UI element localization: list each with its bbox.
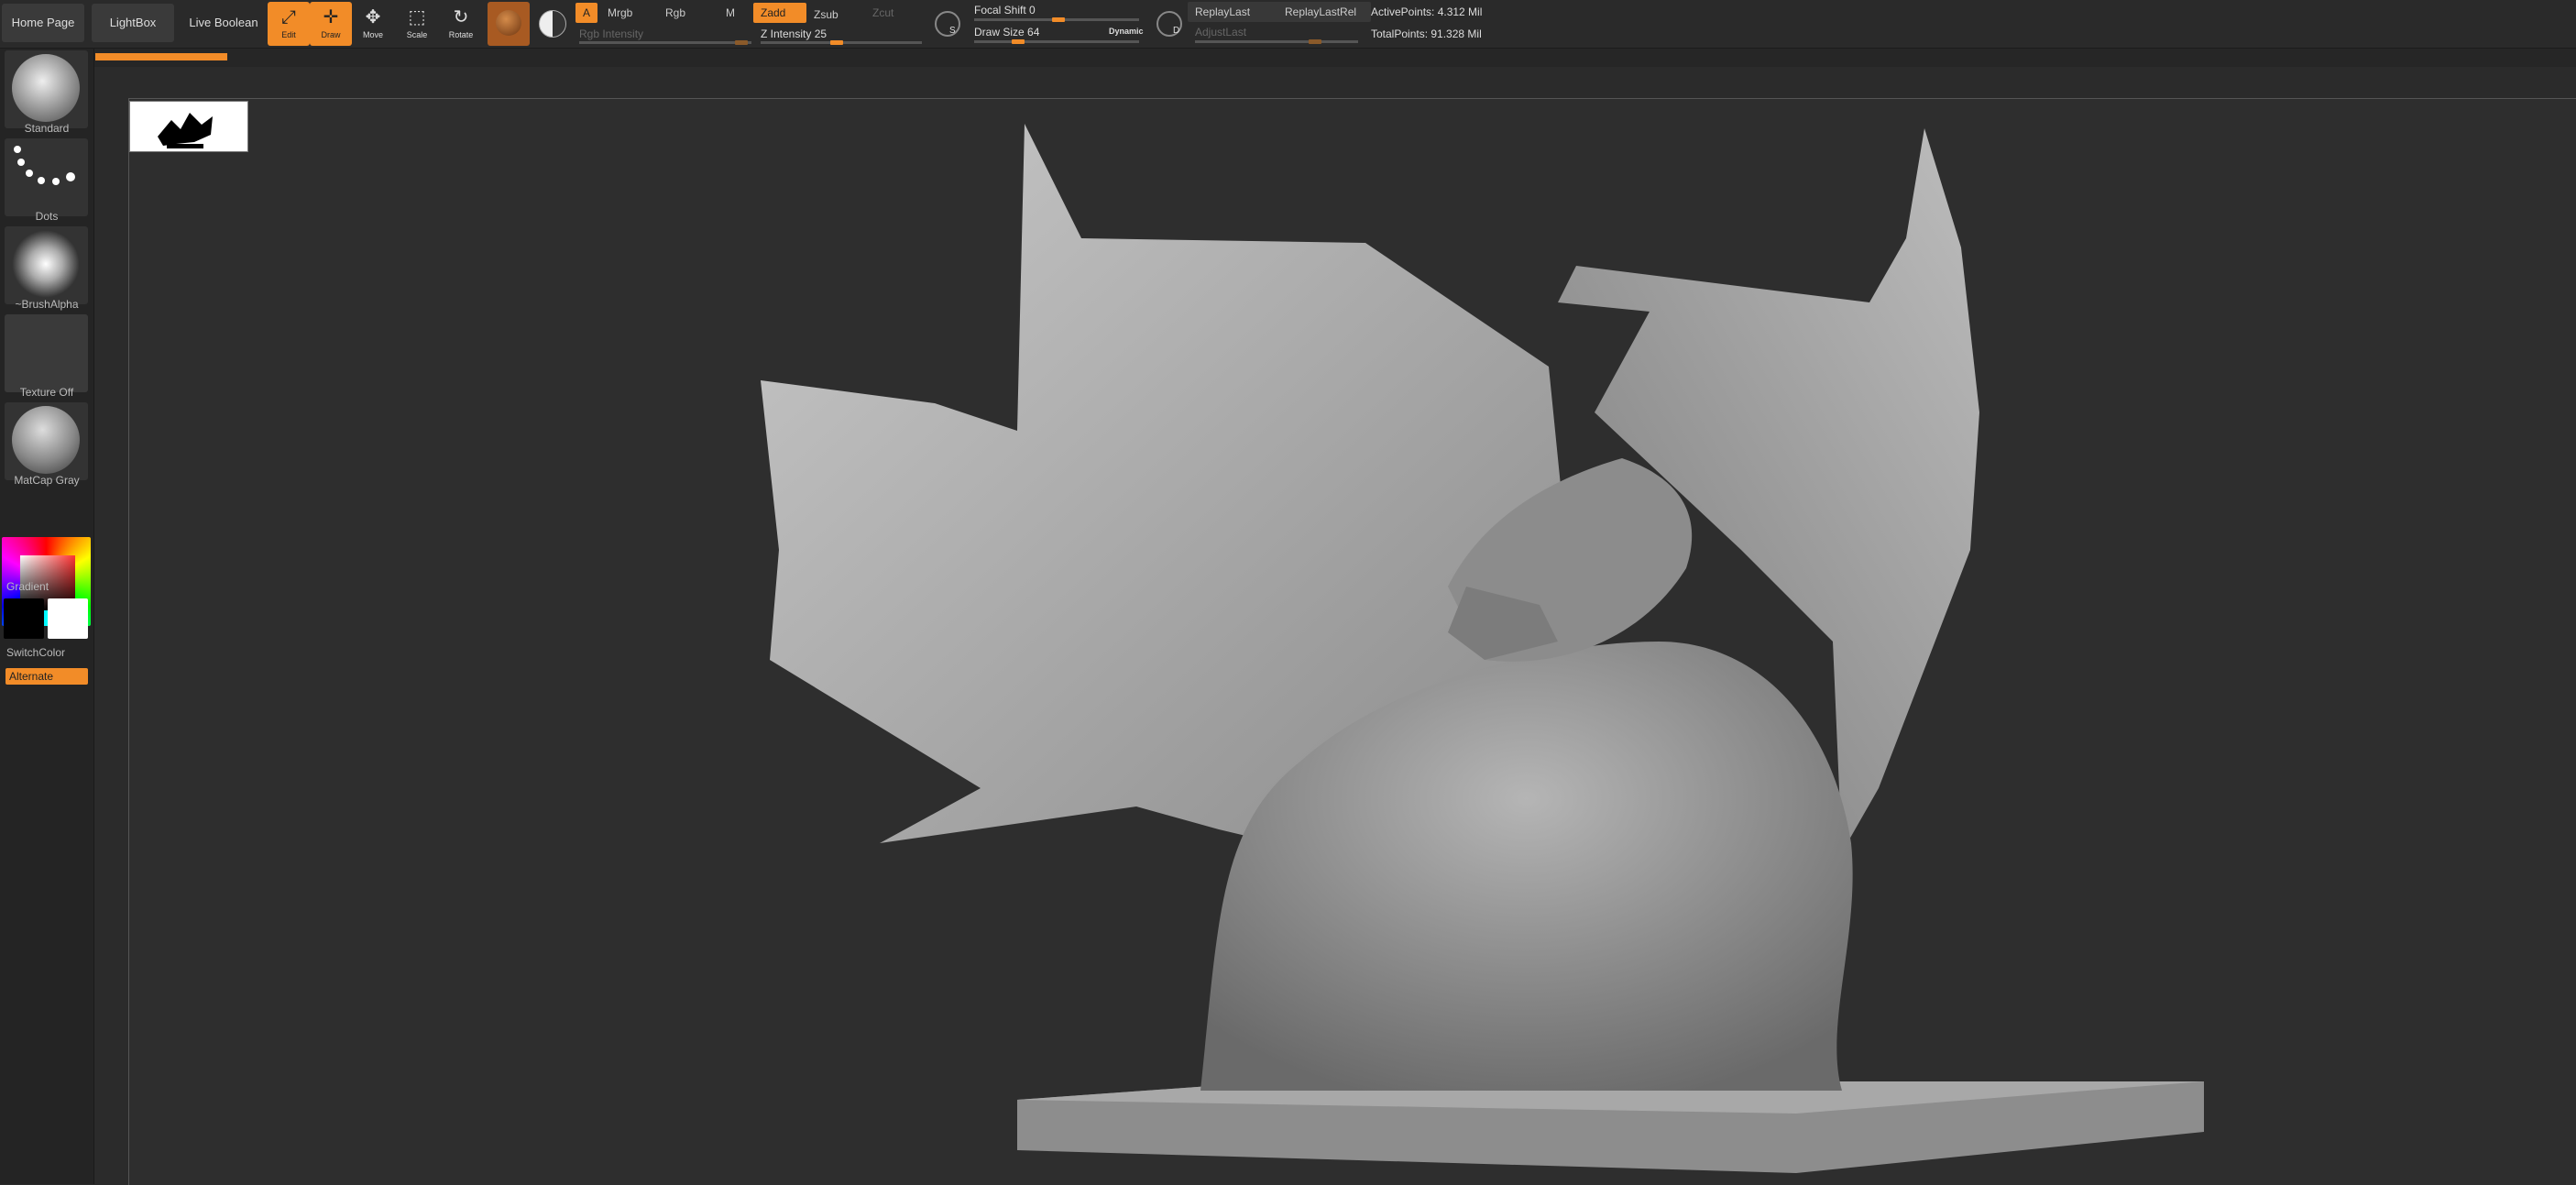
dragon-model[interactable] bbox=[0, 0, 2576, 1184]
